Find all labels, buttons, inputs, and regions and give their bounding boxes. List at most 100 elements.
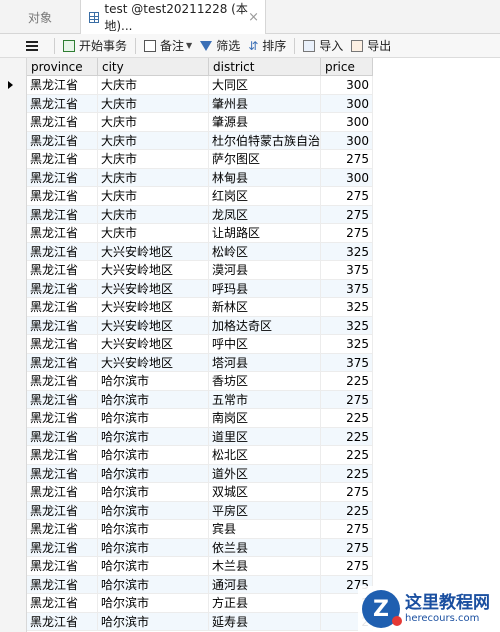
cell-price[interactable]: 300 bbox=[321, 76, 373, 95]
cell-city[interactable]: 大庆市 bbox=[98, 187, 209, 206]
cell-price[interactable]: 300 bbox=[321, 94, 373, 113]
cell-city[interactable]: 大庆市 bbox=[98, 131, 209, 150]
cell-province[interactable]: 黑龙江省 bbox=[27, 150, 98, 169]
cell-price[interactable]: 275 bbox=[321, 483, 373, 502]
filter-button[interactable]: 筛选 bbox=[196, 35, 244, 57]
cell-district[interactable]: 依兰县 bbox=[209, 538, 321, 557]
cell-city[interactable]: 哈尔滨市 bbox=[98, 594, 209, 613]
cell-price[interactable]: 275 bbox=[321, 538, 373, 557]
column-header-district[interactable]: district bbox=[209, 58, 321, 76]
cell-price[interactable]: 225 bbox=[321, 409, 373, 428]
cell-province[interactable]: 黑龙江省 bbox=[27, 131, 98, 150]
cell-province[interactable]: 黑龙江省 bbox=[27, 205, 98, 224]
cell-city[interactable]: 哈尔滨市 bbox=[98, 409, 209, 428]
table-row[interactable]: 黑龙江省 大庆市 红岗区 275 bbox=[0, 187, 500, 206]
cell-city[interactable]: 大兴安岭地区 bbox=[98, 279, 209, 298]
cell-city[interactable]: 哈尔滨市 bbox=[98, 557, 209, 576]
chevron-down-icon[interactable]: ▼ bbox=[186, 41, 192, 50]
column-header-price[interactable]: price bbox=[321, 58, 373, 76]
column-header-province[interactable]: province bbox=[27, 58, 98, 76]
table-row[interactable]: 黑龙江省 哈尔滨市 香坊区 225 bbox=[0, 372, 500, 391]
close-icon[interactable]: × bbox=[248, 10, 259, 25]
cell-province[interactable]: 黑龙江省 bbox=[27, 594, 98, 613]
cell-province[interactable]: 黑龙江省 bbox=[27, 94, 98, 113]
cell-district[interactable]: 香坊区 bbox=[209, 372, 321, 391]
cell-city[interactable]: 大庆市 bbox=[98, 113, 209, 132]
cell-province[interactable]: 黑龙江省 bbox=[27, 76, 98, 95]
cell-price[interactable]: 325 bbox=[321, 335, 373, 354]
cell-province[interactable]: 黑龙江省 bbox=[27, 353, 98, 372]
column-header-city[interactable]: city bbox=[98, 58, 209, 76]
cell-district[interactable]: 让胡路区 bbox=[209, 224, 321, 243]
data-grid[interactable]: province city district price 黑龙江省 大庆市 大同区 3… bbox=[0, 58, 500, 632]
cell-price[interactable]: 225 bbox=[321, 446, 373, 465]
cell-city[interactable]: 大兴安岭地区 bbox=[98, 335, 209, 354]
cell-province[interactable]: 黑龙江省 bbox=[27, 390, 98, 409]
cell-city[interactable]: 哈尔滨市 bbox=[98, 612, 209, 631]
cell-city[interactable]: 哈尔滨市 bbox=[98, 483, 209, 502]
table-row[interactable]: 黑龙江省 哈尔滨市 松北区 225 bbox=[0, 446, 500, 465]
cell-city[interactable]: 哈尔滨市 bbox=[98, 372, 209, 391]
cell-district[interactable]: 双城区 bbox=[209, 483, 321, 502]
cell-city[interactable]: 大庆市 bbox=[98, 205, 209, 224]
cell-city[interactable]: 大庆市 bbox=[98, 224, 209, 243]
cell-district[interactable]: 肇源县 bbox=[209, 113, 321, 132]
cell-district[interactable]: 松北区 bbox=[209, 446, 321, 465]
cell-price[interactable]: 225 bbox=[321, 427, 373, 446]
cell-province[interactable]: 黑龙江省 bbox=[27, 427, 98, 446]
cell-district[interactable]: 加格达奇区 bbox=[209, 316, 321, 335]
cell-city[interactable]: 哈尔滨市 bbox=[98, 446, 209, 465]
cell-price[interactable]: 325 bbox=[321, 242, 373, 261]
cell-province[interactable]: 黑龙江省 bbox=[27, 538, 98, 557]
cell-province[interactable]: 黑龙江省 bbox=[27, 409, 98, 428]
cell-district[interactable]: 呼玛县 bbox=[209, 279, 321, 298]
cell-province[interactable]: 黑龙江省 bbox=[27, 279, 98, 298]
table-row[interactable]: 黑龙江省 大兴安岭地区 呼玛县 375 bbox=[0, 279, 500, 298]
table-row[interactable]: 黑龙江省 大兴安岭地区 松岭区 325 bbox=[0, 242, 500, 261]
cell-price[interactable]: 275 bbox=[321, 557, 373, 576]
cell-price[interactable]: 300 bbox=[321, 168, 373, 187]
cell-price[interactable]: 225 bbox=[321, 464, 373, 483]
cell-province[interactable]: 黑龙江省 bbox=[27, 501, 98, 520]
cell-district[interactable]: 道外区 bbox=[209, 464, 321, 483]
cell-district[interactable]: 龙凤区 bbox=[209, 205, 321, 224]
cell-city[interactable]: 哈尔滨市 bbox=[98, 501, 209, 520]
cell-province[interactable]: 黑龙江省 bbox=[27, 464, 98, 483]
sort-button[interactable]: ⇵ 排序 bbox=[244, 35, 290, 57]
table-row[interactable]: 黑龙江省 大庆市 杜尔伯特蒙古族自治县 300 bbox=[0, 131, 500, 150]
cell-city[interactable]: 大庆市 bbox=[98, 150, 209, 169]
cell-city[interactable]: 哈尔滨市 bbox=[98, 575, 209, 594]
cell-district[interactable]: 新林区 bbox=[209, 298, 321, 317]
cell-district[interactable]: 红岗区 bbox=[209, 187, 321, 206]
cell-city[interactable]: 大兴安岭地区 bbox=[98, 242, 209, 261]
cell-district[interactable]: 大同区 bbox=[209, 76, 321, 95]
cell-district[interactable]: 延寿县 bbox=[209, 612, 321, 631]
cell-price[interactable]: 275 bbox=[321, 150, 373, 169]
cell-city[interactable]: 大兴安岭地区 bbox=[98, 316, 209, 335]
cell-price[interactable]: 325 bbox=[321, 298, 373, 317]
table-row[interactable]: 黑龙江省 哈尔滨市 道里区 225 bbox=[0, 427, 500, 446]
cell-province[interactable]: 黑龙江省 bbox=[27, 316, 98, 335]
table-row[interactable]: 黑龙江省 大兴安岭地区 漠河县 375 bbox=[0, 261, 500, 280]
table-row[interactable]: 黑龙江省 大庆市 让胡路区 275 bbox=[0, 224, 500, 243]
note-button[interactable]: 备注 ▼ bbox=[140, 35, 196, 57]
table-row[interactable]: 黑龙江省 大庆市 肇源县 300 bbox=[0, 113, 500, 132]
cell-price[interactable]: 375 bbox=[321, 279, 373, 298]
table-row[interactable]: 黑龙江省 哈尔滨市 南岗区 225 bbox=[0, 409, 500, 428]
table-row[interactable]: 黑龙江省 大兴安岭地区 呼中区 325 bbox=[0, 335, 500, 354]
cell-district[interactable]: 宾县 bbox=[209, 520, 321, 539]
cell-province[interactable]: 黑龙江省 bbox=[27, 612, 98, 631]
cell-district[interactable]: 木兰县 bbox=[209, 557, 321, 576]
cell-district[interactable]: 漠河县 bbox=[209, 261, 321, 280]
table-row[interactable]: 黑龙江省 哈尔滨市 双城区 275 bbox=[0, 483, 500, 502]
cell-district[interactable]: 南岗区 bbox=[209, 409, 321, 428]
table-row[interactable]: 黑龙江省 哈尔滨市 五常市 275 bbox=[0, 390, 500, 409]
cell-district[interactable]: 林甸县 bbox=[209, 168, 321, 187]
cell-province[interactable]: 黑龙江省 bbox=[27, 298, 98, 317]
cell-province[interactable]: 黑龙江省 bbox=[27, 335, 98, 354]
table-row[interactable]: 黑龙江省 大庆市 林甸县 300 bbox=[0, 168, 500, 187]
cell-province[interactable]: 黑龙江省 bbox=[27, 113, 98, 132]
cell-price[interactable]: 375 bbox=[321, 261, 373, 280]
table-row[interactable]: 黑龙江省 大庆市 肇州县 300 bbox=[0, 94, 500, 113]
cell-price[interactable]: 275 bbox=[321, 520, 373, 539]
